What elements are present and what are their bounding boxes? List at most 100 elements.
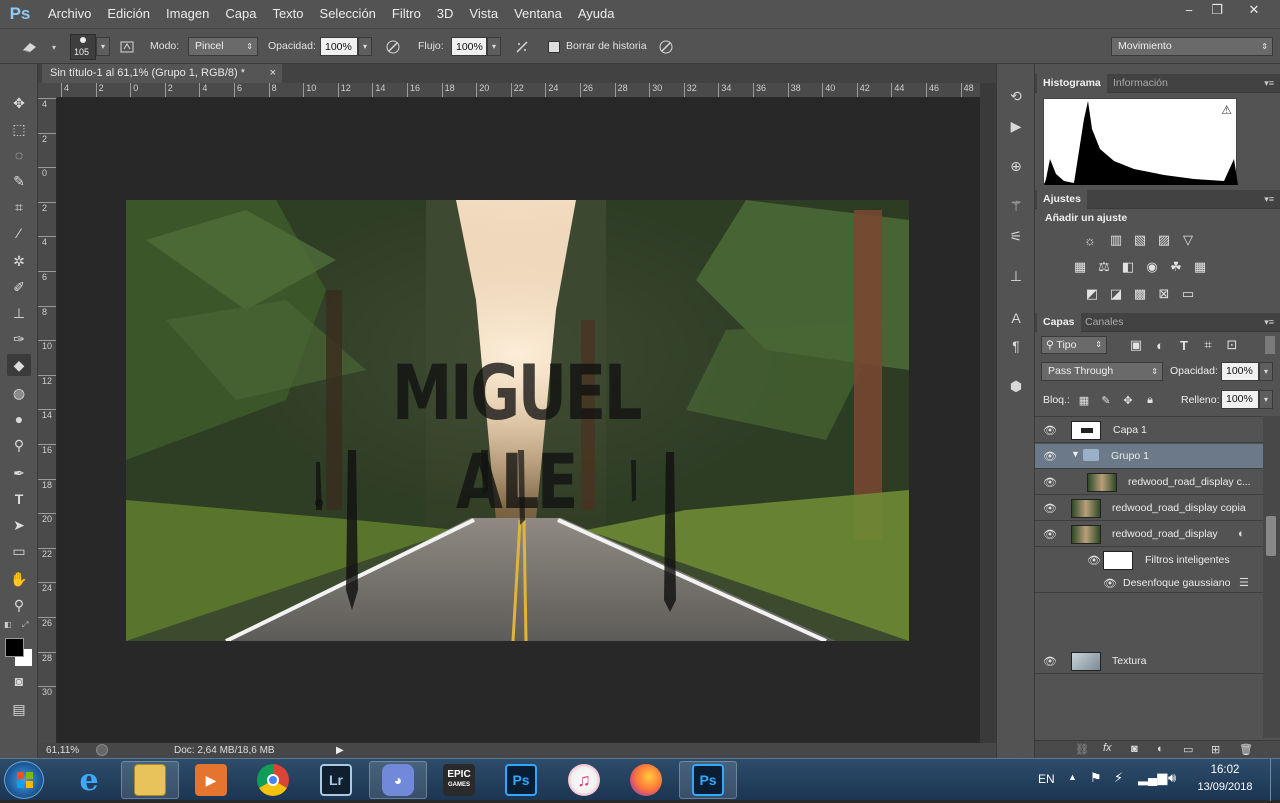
taskbar-itunes[interactable]: ♫	[555, 761, 613, 799]
layers-scrollbar[interactable]	[1263, 416, 1280, 738]
vertical-scrollbar[interactable]	[980, 83, 996, 743]
layer-name[interactable]: Capa 1	[1113, 418, 1147, 443]
rectangle-tool-icon[interactable]: ▭	[7, 540, 31, 562]
panel-menu-icon[interactable]: ▾≡	[1264, 317, 1274, 328]
visibility-eye-icon[interactable]: 👁︎	[1043, 450, 1057, 463]
black-white-icon[interactable]: ◧	[1119, 259, 1137, 275]
ruler-origin[interactable]	[38, 83, 57, 98]
tab-canales[interactable]: Canales	[1079, 313, 1130, 332]
invert-icon[interactable]: ◩	[1083, 286, 1101, 302]
lock-pixels-icon[interactable]: ✎	[1097, 392, 1115, 408]
menu-seleccion[interactable]: Selección	[312, 0, 384, 28]
link-layers-icon[interactable]: ⛓	[1075, 743, 1089, 756]
zoom-tool-icon[interactable]: ⚲	[7, 594, 31, 616]
new-layer-icon[interactable]: ⊞	[1211, 743, 1220, 756]
taskbar-discord[interactable]: ◕	[369, 761, 427, 799]
type-tool-icon[interactable]: T	[7, 488, 31, 510]
3d-panel-icon[interactable]: ⬢	[1005, 376, 1027, 396]
selective-color-icon[interactable]: ⊠	[1155, 286, 1173, 302]
layer-row[interactable]: 👁︎ redwood_road_display ◐	[1035, 522, 1263, 547]
filter-type-icon[interactable]: T	[1175, 337, 1193, 353]
filter-toggle-switch[interactable]	[1265, 336, 1275, 354]
hue-saturation-icon[interactable]: ▦	[1071, 259, 1089, 275]
workspace-select[interactable]: Movimiento ⇕	[1111, 37, 1273, 56]
taskbar-epic-games[interactable]: EPIC GAMES	[430, 761, 488, 799]
airbrush-icon[interactable]	[512, 37, 532, 57]
tab-ajustes[interactable]: Ajustes	[1037, 190, 1087, 209]
foreground-color-swatch[interactable]	[5, 638, 24, 657]
close-button[interactable]: ✕	[1234, 0, 1274, 20]
taskbar-chrome[interactable]	[244, 761, 302, 799]
visibility-eye-icon[interactable]: 👁︎	[1043, 655, 1057, 668]
volume-icon[interactable]: 🔊︎	[1168, 770, 1176, 786]
exposure-icon[interactable]: ▨	[1155, 232, 1173, 248]
visibility-eye-icon[interactable]: 👁︎	[1043, 528, 1057, 541]
fill-dropdown[interactable]: ▾	[1259, 390, 1273, 409]
photo-filter-icon[interactable]: ◉	[1143, 259, 1161, 275]
opacity-input[interactable]: 100%	[320, 37, 358, 56]
visibility-eye-icon[interactable]: 👁︎	[1043, 424, 1057, 437]
smart-filter-badge-icon[interactable]: ◐	[1238, 528, 1245, 540]
brush-panel-icon[interactable]: ⚚	[1005, 196, 1027, 216]
visibility-eye-icon[interactable]: 👁︎	[1087, 554, 1101, 567]
taskbar-photoshop[interactable]: Ps	[679, 761, 737, 799]
brush-presets-icon[interactable]: ⚟	[1005, 226, 1027, 246]
network-signal-icon[interactable]: ▂▄▆	[1138, 770, 1167, 786]
layer-comps-icon[interactable]: ⊕	[1005, 156, 1027, 176]
brush-preset-picker[interactable]: 105	[70, 34, 96, 60]
panel-menu-icon[interactable]: ▾≡	[1264, 194, 1274, 205]
action-center-icon[interactable]: ⚑	[1090, 770, 1102, 786]
group-expand-icon[interactable]: ▼	[1071, 449, 1080, 459]
quick-selection-tool-icon[interactable]: ✎	[7, 170, 31, 192]
layer-opacity-dropdown[interactable]: ▾	[1259, 362, 1273, 381]
brush-tool-icon[interactable]: ✐	[7, 276, 31, 298]
clock-time[interactable]: 16:02	[1200, 764, 1250, 776]
filter-shape-icon[interactable]: ⌗	[1199, 337, 1217, 353]
tab-capas[interactable]: Capas	[1037, 313, 1081, 332]
histogram-warning-icon[interactable]: ⚠	[1221, 103, 1232, 117]
clone-stamp-tool-icon[interactable]: ⊥	[7, 302, 31, 324]
history-brush-tool-icon[interactable]: ✑	[7, 328, 31, 350]
color-lookup-icon[interactable]: ▦	[1191, 259, 1209, 275]
opacity-dropdown[interactable]: ▾	[358, 37, 372, 56]
flow-dropdown[interactable]: ▾	[487, 37, 501, 56]
clone-source-icon[interactable]: ⊥	[1005, 266, 1027, 286]
threshold-icon[interactable]: ▩	[1131, 286, 1149, 302]
zoom-level[interactable]: 61,11%	[46, 743, 79, 758]
vibrance-icon[interactable]: ▽	[1179, 232, 1197, 248]
show-hidden-icons-icon[interactable]: ▲	[1068, 772, 1077, 782]
menu-texto[interactable]: Texto	[264, 0, 311, 28]
eraser-tool-preset-icon[interactable]	[20, 37, 40, 57]
start-button[interactable]	[4, 761, 44, 799]
brightness-icon[interactable]: ☼	[1081, 232, 1099, 248]
layer-effects-icon[interactable]: fx	[1103, 742, 1112, 754]
pen-tool-icon[interactable]: ✒	[7, 462, 31, 484]
power-icon[interactable]: ⚡	[1114, 770, 1123, 786]
actions-panel-icon[interactable]: ▶	[1005, 116, 1027, 136]
layer-row[interactable]: 👁︎ Filtros inteligentes	[1035, 548, 1263, 573]
flow-input[interactable]: 100%	[451, 37, 487, 56]
path-selection-tool-icon[interactable]: ➤	[7, 514, 31, 536]
layer-filter-select[interactable]: ⚲ Tipo ⇕	[1041, 336, 1107, 354]
layer-name[interactable]: Grupo 1	[1111, 444, 1149, 469]
layer-row[interactable]: 👁︎ Capa 1	[1035, 418, 1263, 443]
tab-informacion[interactable]: Información	[1107, 74, 1174, 93]
language-indicator[interactable]: EN	[1038, 772, 1055, 786]
menu-imagen[interactable]: Imagen	[158, 0, 217, 28]
delete-layer-icon[interactable]: 🗑︎	[1239, 743, 1253, 756]
layer-row[interactable]: 👁︎ redwood_road_display c...	[1035, 470, 1263, 495]
blur-tool-icon[interactable]: ●	[7, 408, 31, 430]
taskbar-photoshop-installer[interactable]: Ps	[492, 761, 550, 799]
filter-pixel-icon[interactable]: ▣	[1127, 337, 1145, 353]
taskbar-lightroom[interactable]: Lr	[307, 761, 365, 799]
channel-mixer-icon[interactable]: ☘	[1167, 259, 1185, 275]
status-menu-arrow-icon[interactable]: ▶	[336, 743, 344, 758]
pressure-opacity-icon[interactable]	[383, 37, 403, 57]
brush-panel-icon[interactable]	[117, 37, 137, 57]
pressure-size-icon[interactable]	[656, 37, 676, 57]
swap-colors-icon[interactable]: ⤢	[22, 620, 32, 630]
paragraph-panel-icon[interactable]: ¶	[1005, 336, 1027, 356]
eyedropper-tool-icon[interactable]: ⁄	[7, 222, 31, 244]
filter-adjustment-icon[interactable]: ◐	[1151, 337, 1169, 353]
show-desktop-button[interactable]	[1270, 759, 1280, 801]
